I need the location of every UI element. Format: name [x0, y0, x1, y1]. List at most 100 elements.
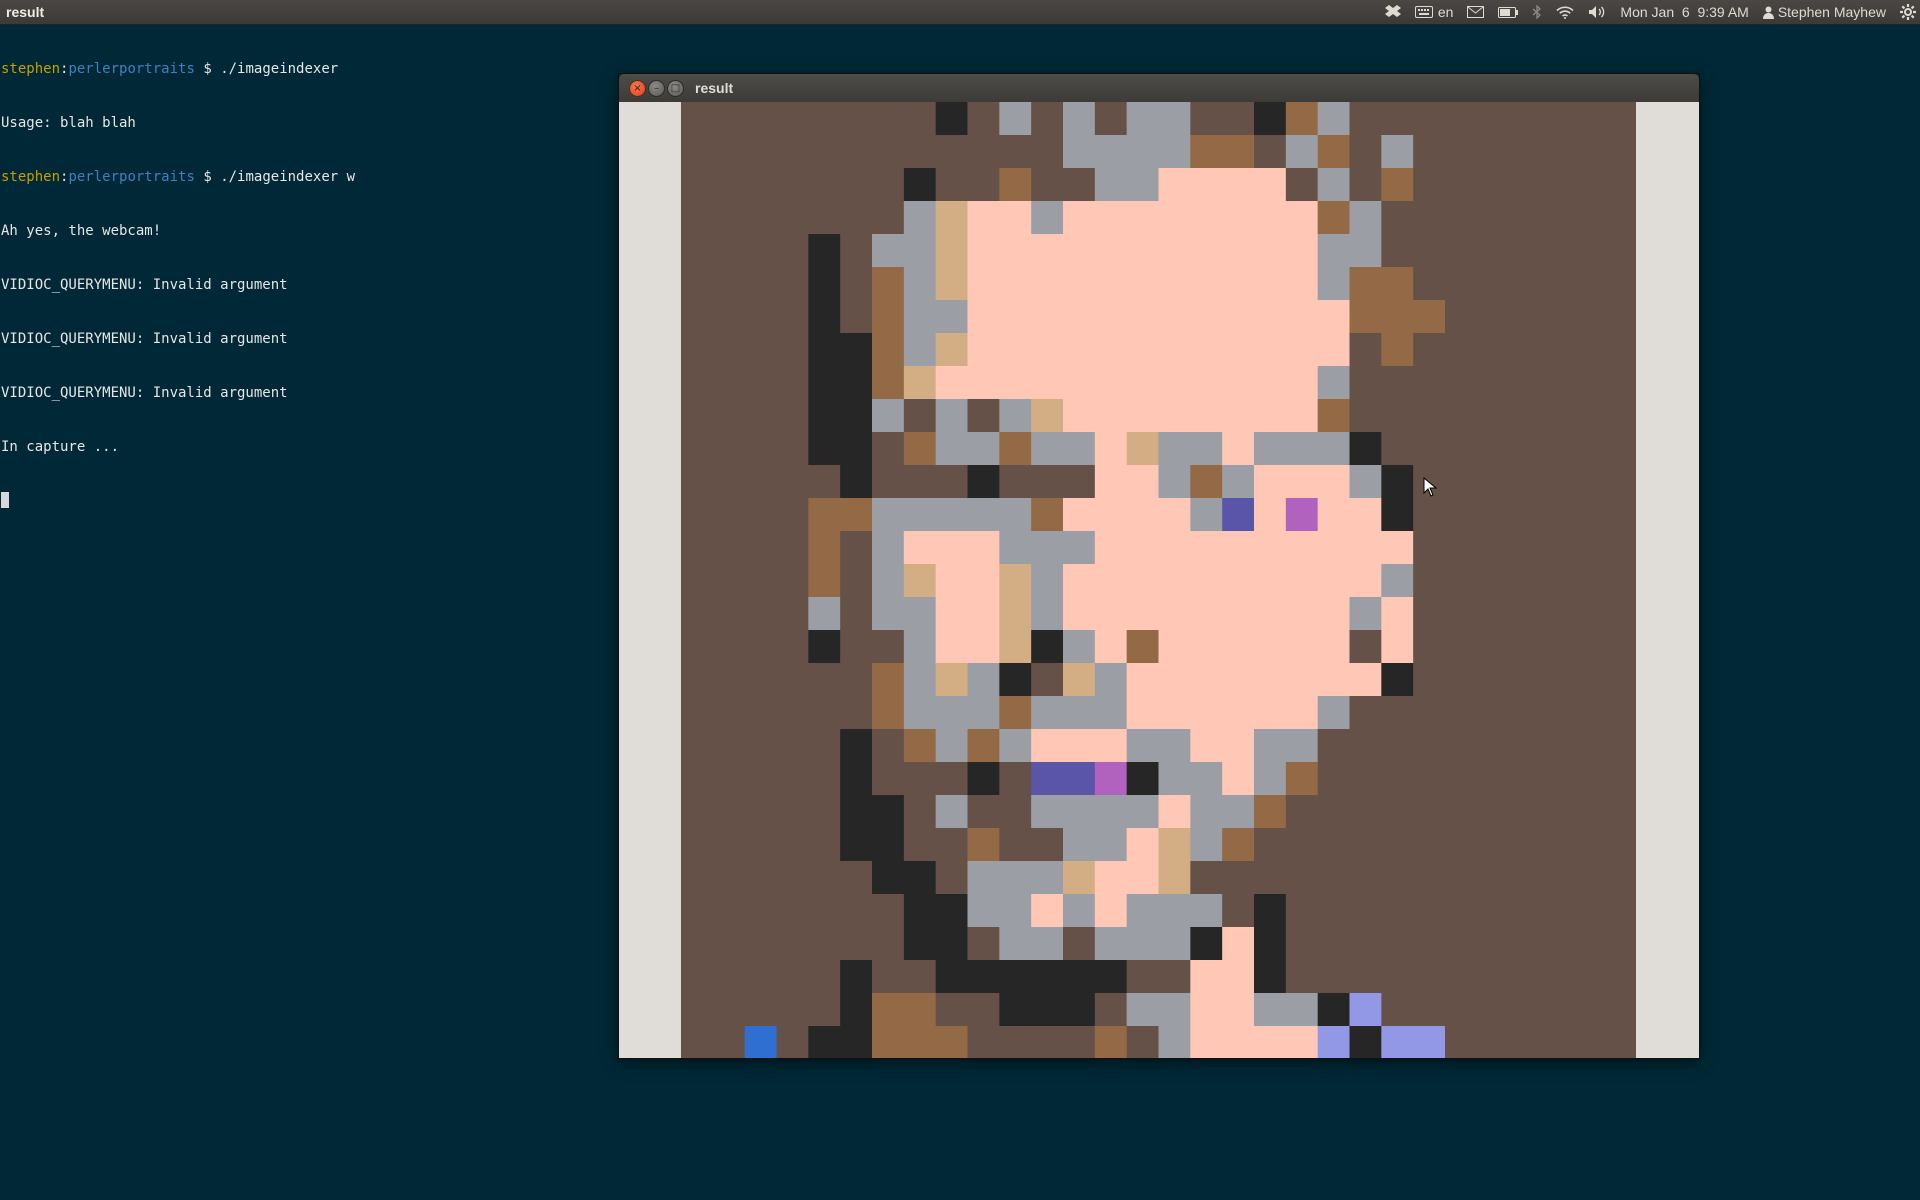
portrait-pixel — [1317, 861, 1351, 895]
portrait-pixel — [1158, 861, 1191, 895]
portrait-pixel — [1031, 663, 1064, 697]
datetime-indicator[interactable]: Mon Jan 6 9:39 AM — [1613, 0, 1755, 24]
portrait-pixel — [808, 762, 841, 796]
portrait-pixel — [967, 762, 1000, 796]
portrait-pixel — [808, 960, 841, 994]
portrait-pixel — [1604, 828, 1636, 862]
portrait-pixel — [840, 960, 873, 994]
portrait-pixel — [1508, 432, 1542, 466]
mail-icon[interactable] — [1460, 0, 1491, 24]
portrait-pixel — [712, 234, 746, 268]
portrait-pixel — [1254, 135, 1287, 169]
portrait-pixel — [712, 267, 746, 301]
portrait-pixel — [776, 696, 809, 730]
portrait-pixel — [872, 135, 905, 169]
minimize-button[interactable]: – — [648, 80, 665, 97]
portrait-pixel — [681, 960, 714, 994]
portrait-pixel — [999, 135, 1032, 169]
portrait-pixel — [1094, 498, 1128, 532]
portrait-pixel — [872, 366, 905, 400]
portrait-pixel — [1317, 927, 1351, 961]
portrait-pixel — [1222, 861, 1255, 895]
portrait-pixel — [999, 630, 1032, 664]
result-window[interactable]: × – □ result — [619, 74, 1699, 1058]
portrait-pixel — [840, 300, 873, 334]
portrait-pixel — [903, 102, 937, 136]
portrait-pixel — [903, 366, 937, 400]
maximize-button[interactable]: □ — [667, 80, 684, 97]
portrait-pixel — [1285, 795, 1319, 829]
portrait-pixel — [1254, 861, 1287, 895]
portrait-pixel — [1508, 465, 1542, 499]
portrait-pixel — [903, 564, 937, 598]
portrait-pixel — [967, 234, 1000, 268]
wifi-icon[interactable] — [1549, 0, 1581, 24]
portrait-pixel — [1413, 432, 1446, 466]
portrait-pixel — [872, 300, 905, 334]
portrait-pixel — [1445, 564, 1478, 598]
portrait-pixel — [808, 894, 841, 928]
battery-icon[interactable] — [1491, 0, 1525, 24]
portrait-pixel — [935, 663, 969, 697]
portrait-pixel — [935, 564, 969, 598]
portrait-pixel — [1317, 267, 1351, 301]
portrait-pixel — [1604, 135, 1636, 169]
portrait-pixel — [1094, 927, 1128, 961]
portrait-pixel — [1317, 828, 1351, 862]
portrait-pixel — [1222, 1026, 1255, 1058]
gear-icon[interactable] — [1893, 0, 1920, 24]
user-menu[interactable]: Stephen Mayhew — [1756, 0, 1893, 24]
window-titlebar[interactable]: × – □ result — [619, 74, 1699, 102]
portrait-pixel — [935, 135, 969, 169]
portrait-pixel — [808, 696, 841, 730]
portrait-pixel — [1381, 729, 1414, 763]
portrait-pixel — [1063, 1026, 1096, 1058]
portrait-pixel — [712, 927, 746, 961]
portrait-pixel — [1190, 168, 1223, 202]
close-button[interactable]: × — [629, 80, 646, 97]
portrait-pixel — [681, 102, 714, 136]
portrait-pixel — [999, 729, 1032, 763]
portrait-pixel — [1572, 1026, 1605, 1058]
portrait-pixel — [1317, 135, 1351, 169]
dropbox-icon[interactable] — [1378, 0, 1408, 24]
portrait-pixel — [776, 828, 809, 862]
terminal-input-line[interactable] — [1, 492, 601, 510]
portrait-pixel — [1508, 630, 1542, 664]
portrait-pixel — [776, 597, 809, 631]
portrait-pixel — [776, 267, 809, 301]
bluetooth-icon[interactable] — [1525, 0, 1549, 24]
portrait-pixel — [967, 1026, 1000, 1058]
portrait-pixel — [935, 729, 969, 763]
terminal-output[interactable]: stephen:perlerportraits $ ./imageindexer… — [0, 24, 601, 528]
volume-icon[interactable] — [1581, 0, 1613, 24]
portrait-pixel — [1317, 168, 1351, 202]
portrait-pixel — [1476, 663, 1510, 697]
portrait-pixel — [903, 333, 937, 367]
portrait-pixel — [1445, 333, 1478, 367]
portrait-pixel — [776, 300, 809, 334]
portrait-pixel — [1540, 267, 1573, 301]
portrait-pixel — [712, 102, 746, 136]
maximize-icon: □ — [670, 83, 681, 94]
portrait-pixel — [1476, 696, 1510, 730]
portrait-pixel — [1285, 729, 1319, 763]
portrait-pixel — [1540, 729, 1573, 763]
portrait-pixel — [1572, 300, 1605, 334]
portrait-pixel — [903, 135, 937, 169]
portrait-pixel — [967, 498, 1000, 532]
portrait-pixel — [744, 762, 778, 796]
image-canvas[interactable] — [619, 102, 1699, 1058]
portrait-pixel — [1285, 135, 1319, 169]
keyboard-indicator[interactable]: en — [1408, 0, 1461, 24]
portrait-pixel — [1031, 399, 1064, 433]
portrait-pixel — [1190, 861, 1223, 895]
portrait-pixel — [808, 1026, 841, 1058]
portrait-pixel — [1126, 465, 1160, 499]
portrait-pixel — [872, 894, 905, 928]
portrait-pixel — [1476, 1026, 1510, 1058]
portrait-pixel — [840, 498, 873, 532]
portrait-pixel — [1094, 399, 1128, 433]
portrait-pixel — [776, 894, 809, 928]
portrait-pixel — [999, 894, 1032, 928]
